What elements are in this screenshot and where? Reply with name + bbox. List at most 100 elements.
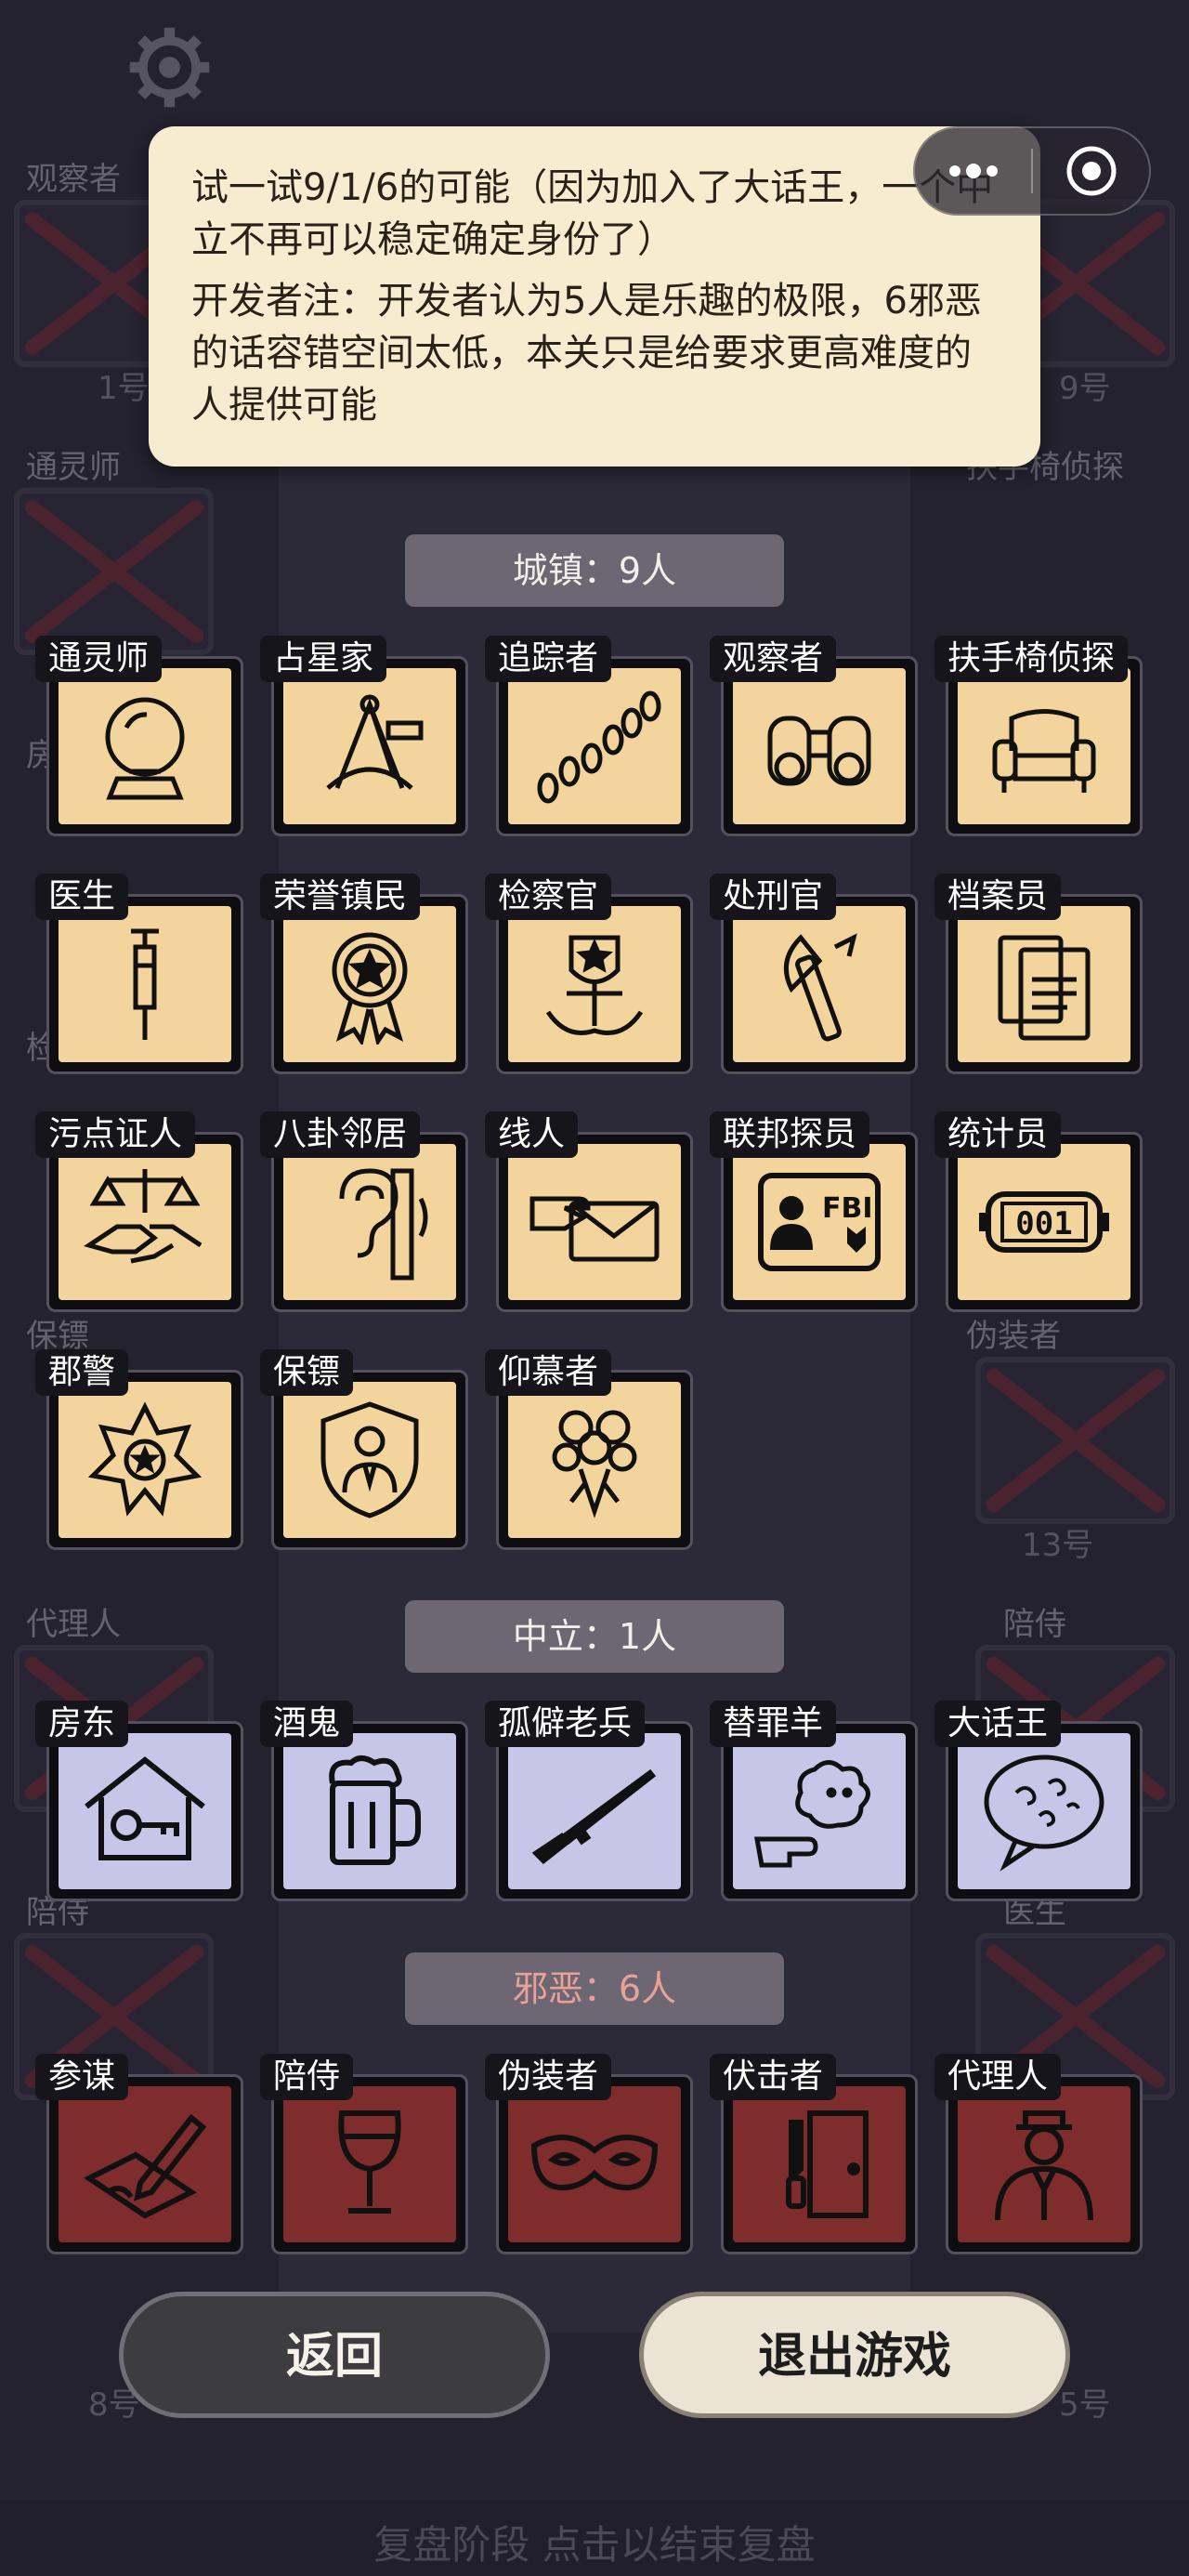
bg-label: 代理人: [26, 1606, 121, 1643]
bg-player-card: [975, 1357, 1175, 1524]
role-card-lone-veteran[interactable]: 孤僻老兵: [485, 1701, 693, 1901]
binoculars-icon: [767, 716, 871, 786]
role-card-astrologer[interactable]: 占星家: [260, 636, 468, 836]
role-card-honored-citizen[interactable]: 荣誉镇民: [260, 874, 468, 1074]
speech-bubble-swirl-icon: [984, 1755, 1104, 1872]
sextant-icon: [326, 694, 424, 790]
role-label: 替罪羊: [710, 1701, 837, 1747]
suited-man-icon: [995, 2110, 1093, 2221]
role-card-fbi-agent[interactable]: 联邦探员 FBI: [710, 1111, 918, 1312]
role-label: 伪装者: [485, 2054, 612, 2100]
counter-text: 001: [1015, 1205, 1072, 1242]
tooltip-line-2: 开发者注：开发者认为5人是乐趣的极限，6邪恶的话容错空间太低，本关只是给要求更高…: [191, 280, 982, 427]
role-card-medium[interactable]: 通灵师: [35, 636, 243, 836]
footprints-icon: [537, 690, 661, 804]
role-card-scapegoat[interactable]: 替罪羊: [710, 1701, 918, 1901]
role-label: 孤僻老兵: [485, 1701, 646, 1747]
role-card-gossip-neighbor[interactable]: 八卦邻居: [260, 1111, 468, 1312]
mini-program-capsule: [913, 126, 1151, 216]
role-label: 联邦探员: [710, 1111, 870, 1158]
role-label: 代理人: [934, 2054, 1062, 2100]
role-card-braggart[interactable]: 大话王: [934, 1701, 1143, 1901]
more-dots-icon: [948, 164, 998, 178]
role-card-ambusher[interactable]: 伏击者: [710, 2054, 918, 2254]
role-label: 医生: [35, 874, 129, 920]
level-description-tooltip: 试一试9/1/6的可能（因为加入了大话王，一个中立不再可以稳定确定身份了） 开发…: [149, 126, 1040, 467]
role-label: 检察官: [485, 874, 612, 920]
mask-icon: [530, 2135, 659, 2191]
role-label: 线人: [485, 1111, 579, 1158]
role-label: 观察者: [710, 636, 837, 682]
role-card-executioner[interactable]: 处刑官: [710, 874, 918, 1074]
role-card-sheriff[interactable]: 郡警: [35, 1349, 243, 1550]
role-card-bodyguard[interactable]: 保镖: [260, 1349, 468, 1550]
role-card-agent[interactable]: 代理人: [934, 2054, 1143, 2254]
sheriff-star-icon: [87, 1401, 203, 1517]
role-label: 追踪者: [485, 636, 612, 682]
close-button[interactable]: [1033, 128, 1149, 214]
role-card-drunk[interactable]: 酒鬼: [260, 1701, 468, 1901]
envelope-hand-icon: [529, 1196, 660, 1262]
handshake-scales-icon: [84, 1169, 203, 1264]
tooltip-line-1: 试一试9/1/6的可能（因为加入了大话王，一个中立不再可以稳定确定身份了）: [191, 166, 994, 261]
knife-door-icon: [786, 2110, 869, 2218]
more-button[interactable]: [915, 128, 1031, 214]
role-card-statistician[interactable]: 统计员 001: [934, 1111, 1143, 1312]
role-card-tainted-witness[interactable]: 污点证人: [35, 1111, 243, 1312]
role-label: 郡警: [35, 1349, 129, 1396]
role-card-strategist[interactable]: 参谋: [35, 2054, 243, 2254]
evil-section-header: 邪恶：6人: [405, 1952, 784, 2025]
role-label: 荣誉镇民: [260, 874, 421, 920]
ear-door-icon: [339, 1168, 428, 1281]
rifle-icon: [531, 1768, 657, 1865]
neutral-section-header: 中立：1人: [405, 1600, 784, 1673]
house-key-icon: [85, 1756, 205, 1860]
fbi-text: FBI: [822, 1192, 873, 1225]
bottom-hint-text: 复盘阶段 点击以结束复盘: [373, 2522, 816, 2568]
rose-bouquet-icon: [552, 1410, 637, 1518]
star-medal-icon: [332, 932, 408, 1045]
town-section-header: 城镇：9人: [405, 534, 784, 607]
bg-label: 伪装者: [966, 1318, 1061, 1355]
bg-label: 观察者: [26, 161, 121, 198]
axe-icon: [783, 933, 857, 1042]
role-card-archivist[interactable]: 档案员: [934, 874, 1143, 1074]
bg-number: 13号: [1022, 1527, 1094, 1564]
justice-emblem-icon: [545, 935, 644, 1035]
fbi-badge-icon: FBI: [758, 1173, 881, 1271]
role-label: 仰慕者: [485, 1349, 612, 1396]
role-card-informant[interactable]: 线人: [485, 1111, 693, 1312]
role-card-landlord[interactable]: 房东: [35, 1701, 243, 1901]
wine-glass-icon: [338, 2110, 401, 2214]
role-card-armchair-detective[interactable]: 扶手椅侦探: [934, 636, 1143, 836]
documents-icon: [998, 935, 1091, 1041]
syringe-icon: [131, 928, 159, 1040]
role-card-admirer[interactable]: 仰慕者: [485, 1349, 693, 1550]
role-label: 陪侍: [260, 2054, 354, 2100]
beer-mug-icon: [329, 1755, 421, 1865]
shield-person-icon: [320, 1401, 419, 1518]
exit-game-button[interactable]: 退出游戏: [639, 2292, 1070, 2418]
bg-number: 1号: [98, 370, 150, 407]
role-label: 大话王: [934, 1701, 1062, 1747]
role-card-doctor[interactable]: 医生: [35, 874, 243, 1074]
role-label: 占星家: [260, 636, 387, 682]
armchair-icon: [992, 709, 1096, 793]
role-label: 统计员: [934, 1111, 1062, 1158]
role-card-watcher[interactable]: 观察者: [710, 636, 918, 836]
pen-paper-icon: [84, 2113, 207, 2219]
role-label: 处刑官: [710, 874, 837, 920]
role-label: 酒鬼: [260, 1701, 354, 1747]
role-label: 扶手椅侦探: [934, 636, 1129, 682]
role-card-disguiser[interactable]: 伪装者: [485, 2054, 693, 2254]
role-card-escort[interactable]: 陪侍: [260, 2054, 468, 2254]
crystal-ball-icon: [105, 697, 185, 800]
role-label: 通灵师: [35, 636, 163, 682]
gear-icon: [129, 27, 210, 108]
bg-number: 5号: [1059, 2386, 1111, 2424]
back-button[interactable]: 返回: [119, 2292, 550, 2418]
bg-player-card: [14, 488, 214, 655]
role-label: 伏击者: [710, 2054, 837, 2100]
role-card-tracker[interactable]: 追踪者: [485, 636, 693, 836]
role-card-prosecutor[interactable]: 检察官: [485, 874, 693, 1074]
